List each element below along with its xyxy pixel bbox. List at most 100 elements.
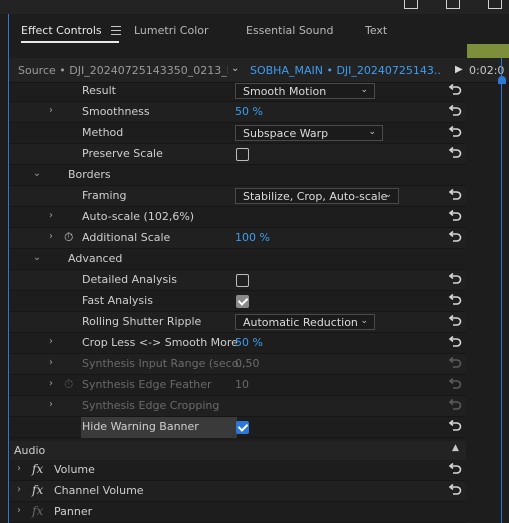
fx-toggle-icon[interactable]: fx: [32, 462, 43, 476]
reset-icon[interactable]: [448, 314, 462, 328]
fx-toggle-icon[interactable]: fx: [32, 504, 43, 518]
property-row: › ⏱ Synthesis Edge Feather 10: [10, 375, 466, 396]
reset-icon[interactable]: [448, 483, 462, 497]
expand-arrow-icon[interactable]: ›: [17, 484, 21, 495]
chevron-down-icon: ⌄: [368, 127, 376, 137]
audio-effect-row[interactable]: › fx Channel Volume: [10, 481, 466, 502]
property-row: › Synthesis Input Range (seco... 0,50: [10, 354, 466, 375]
property-label: Synthesis Edge Feather: [82, 378, 212, 391]
chevron-down-icon[interactable]: ⌄: [231, 63, 239, 74]
expand-arrow-icon[interactable]: ›: [46, 399, 56, 410]
property-checkbox[interactable]: [236, 274, 249, 287]
property-checkbox[interactable]: [236, 148, 249, 161]
window-icon[interactable]: [404, 0, 418, 9]
expand-arrow-icon[interactable]: ›: [46, 357, 56, 368]
reset-icon[interactable]: [448, 272, 462, 286]
playhead-line[interactable]: [501, 58, 502, 523]
reset-icon[interactable]: [448, 125, 462, 139]
expand-arrow-icon[interactable]: ›: [46, 336, 56, 347]
panel-menu-icon[interactable]: [111, 26, 121, 35]
chevron-down-icon: ⌄: [360, 85, 368, 95]
property-label: Hide Warning Banner: [82, 420, 199, 433]
play-icon[interactable]: ▶: [455, 64, 463, 75]
property-checkbox[interactable]: [236, 295, 249, 308]
reset-icon[interactable]: [448, 209, 462, 223]
property-row: › Auto-scale (102,6%): [10, 207, 466, 228]
collapse-arrow-icon[interactable]: ⌄: [32, 168, 42, 179]
property-dropdown[interactable]: Stabilize, Crop, Auto-scale ⌄: [235, 188, 399, 204]
reset-icon[interactable]: [448, 293, 462, 307]
audio-header-label: Audio: [14, 444, 46, 457]
property-row: › Synthesis Edge Cropping: [10, 396, 466, 417]
audio-effect-label: Panner: [54, 505, 93, 518]
timeline-clip-bar[interactable]: [467, 44, 509, 58]
audio-section-header[interactable]: Audio ▲: [10, 441, 466, 460]
panel-tabs: Effect Controls Lumetri Color Essential …: [8, 14, 468, 47]
property-label: Method: [82, 126, 124, 139]
stopwatch-icon[interactable]: ⏱: [64, 230, 73, 245]
reset-icon[interactable]: [448, 462, 462, 476]
property-dropdown[interactable]: Subspace Warp ⌄: [235, 125, 383, 141]
property-label: Smoothness: [82, 105, 150, 118]
property-row: Framing Stabilize, Crop, Auto-scale ⌄: [10, 186, 466, 207]
property-row: › Smoothness 50 %: [10, 102, 466, 123]
reset-icon[interactable]: [448, 230, 462, 244]
window-icon[interactable]: [446, 0, 460, 9]
property-dropdown[interactable]: Smooth Motion ⌄: [235, 83, 375, 99]
property-label: Framing: [82, 189, 127, 202]
tab-lumetri-color[interactable]: Lumetri Color: [134, 24, 209, 37]
tab-text[interactable]: Text: [365, 24, 387, 37]
reset-icon[interactable]: [448, 104, 462, 118]
property-dropdown[interactable]: Automatic Reduction ⌄: [235, 314, 375, 330]
active-tab-underline: [21, 41, 119, 43]
property-checkbox[interactable]: [236, 421, 249, 434]
property-label: Advanced: [68, 252, 123, 265]
reset-icon[interactable]: [448, 188, 462, 202]
property-row: Result Smooth Motion ⌄: [10, 81, 466, 102]
reset-icon: [448, 377, 462, 391]
tab-effect-controls[interactable]: Effect Controls: [21, 24, 102, 37]
expand-arrow-icon[interactable]: ›: [46, 210, 56, 221]
audio-effect-row[interactable]: › fx Panner: [10, 502, 466, 523]
property-label: Borders: [68, 168, 111, 181]
audio-effect-row[interactable]: › fx Volume: [10, 460, 466, 481]
expand-arrow-icon[interactable]: ›: [46, 105, 56, 116]
property-value[interactable]: 50 %: [235, 105, 263, 118]
property-row: › Crop Less <-> Smooth More 50 %: [10, 333, 466, 354]
property-row: ⌄ Borders: [10, 165, 466, 186]
tab-essential-sound[interactable]: Essential Sound: [246, 24, 333, 37]
chevron-down-icon: ⌄: [360, 316, 368, 326]
fx-toggle-icon[interactable]: fx: [32, 483, 43, 497]
expand-arrow-icon[interactable]: ›: [17, 463, 21, 474]
collapse-up-icon[interactable]: ▲: [452, 443, 459, 453]
window-icon[interactable]: [488, 0, 502, 9]
expand-arrow-icon[interactable]: ›: [46, 231, 56, 242]
property-label: Synthesis Edge Cropping: [82, 399, 220, 412]
reset-icon: [448, 356, 462, 370]
reset-icon[interactable]: [448, 335, 462, 349]
audio-effect-label: Channel Volume: [54, 484, 144, 497]
reset-icon[interactable]: [448, 146, 462, 160]
expand-arrow-icon[interactable]: ›: [46, 378, 56, 389]
collapse-arrow-icon[interactable]: ⌄: [32, 252, 42, 263]
property-value[interactable]: 100 %: [235, 231, 270, 244]
source-bar: Source • DJI_20240725143350_0213_D... ⌄ …: [9, 58, 509, 83]
property-value[interactable]: 50 %: [235, 336, 263, 349]
sequence-clip-label[interactable]: SOBHA_MAIN • DJI_20240725143...: [250, 64, 440, 77]
property-label: Detailed Analysis: [82, 273, 177, 286]
source-clip-label[interactable]: Source • DJI_20240725143350_0213_D...: [18, 64, 228, 77]
property-row: Hide Warning Banner: [10, 417, 466, 438]
property-row: Method Subspace Warp ⌄: [10, 123, 466, 144]
property-label: Result: [82, 84, 116, 97]
property-row: Fast Analysis: [10, 291, 466, 312]
reset-icon[interactable]: [448, 83, 462, 97]
property-value: 10: [235, 378, 249, 391]
property-row: › ⏱ Additional Scale 100 %: [10, 228, 466, 249]
reset-icon[interactable]: [448, 419, 462, 433]
expand-arrow-icon[interactable]: ›: [17, 505, 21, 516]
playhead-handle[interactable]: [498, 76, 506, 84]
stopwatch-icon[interactable]: ⏱: [64, 377, 73, 392]
property-label: Crop Less <-> Smooth More: [82, 336, 238, 349]
property-value: 0,50: [235, 357, 260, 370]
timecode: 0:02:0: [469, 64, 505, 77]
